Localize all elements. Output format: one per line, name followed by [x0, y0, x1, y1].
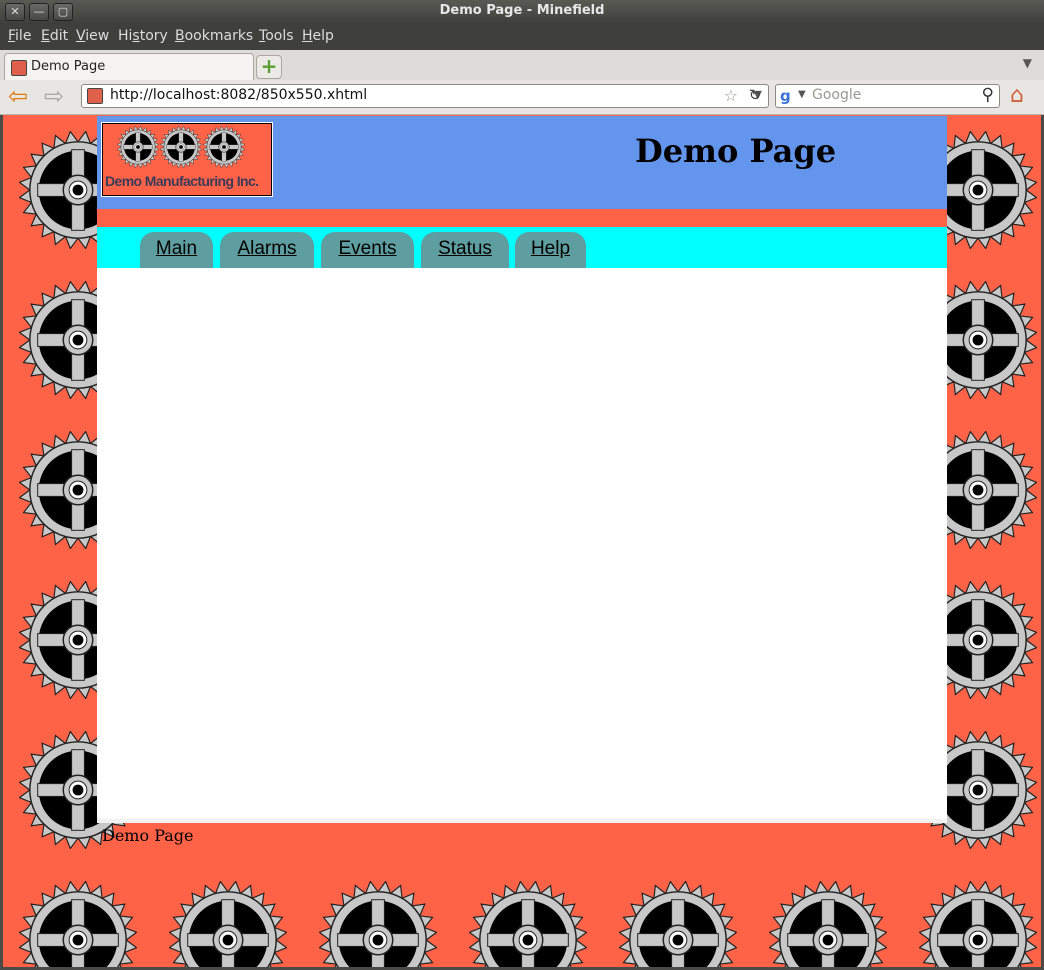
site-favicon-icon [11, 60, 27, 76]
window-titlebar: ✕ — ▢ Demo Page - Minefield [0, 0, 1044, 24]
page-footer: Demo Page [102, 826, 194, 845]
list-all-tabs-icon[interactable]: ▼ [1023, 56, 1032, 70]
menu-view[interactable]: View [76, 28, 109, 44]
search-input[interactable]: Google [812, 87, 861, 103]
url-bar[interactable]: http://localhost:8082/850x550.xhtml ☆ ▼ [81, 84, 769, 108]
gear-icon [169, 881, 287, 967]
header-separator [97, 209, 947, 227]
menu-bar: File Edit View History Bookmarks Tools H… [0, 24, 1044, 50]
reload-icon[interactable]: ↻ [744, 84, 766, 106]
forward-arrow-icon[interactable]: ⇨ [44, 84, 64, 108]
gear-icon [769, 881, 887, 967]
search-bar[interactable]: g ▼ Google ⚲ [775, 84, 1000, 108]
menu-help[interactable]: Help [302, 28, 334, 44]
gear-icon [619, 881, 737, 967]
menu-tools[interactable]: Tools [259, 28, 294, 44]
search-engine-dropdown-icon[interactable]: ▼ [798, 89, 806, 100]
nav-tab-status[interactable]: Status [421, 232, 509, 268]
bookmark-star-icon[interactable]: ☆ [724, 86, 738, 105]
nav-tab-alarms[interactable]: Alarms [220, 232, 314, 268]
gear-logo-icon [160, 126, 202, 168]
page-viewport: Demo Manufacturing Inc. Demo Page Main A… [3, 115, 1041, 967]
gear-icon [19, 881, 137, 967]
content-area [97, 268, 947, 819]
home-icon[interactable]: ⌂ [1010, 84, 1024, 108]
menu-history[interactable]: History [118, 28, 168, 44]
window-title: Demo Page - Minefield [439, 3, 605, 18]
search-engine-icon[interactable]: g [780, 87, 791, 105]
nav-tab-main[interactable]: Main [140, 232, 213, 268]
gear-logo-icon [203, 126, 245, 168]
company-logo: Demo Manufacturing Inc. [102, 123, 272, 196]
company-name: Demo Manufacturing Inc. [105, 173, 259, 189]
menu-edit[interactable]: Edit [41, 28, 68, 44]
menu-bookmarks[interactable]: Bookmarks [175, 28, 253, 44]
gear-icon [319, 881, 437, 967]
nav-tab-events[interactable]: Events [321, 232, 414, 268]
gear-icon [469, 881, 587, 967]
menu-file[interactable]: File [8, 28, 31, 44]
back-arrow-icon[interactable]: ⇦ [8, 84, 28, 108]
content-bottom-edge [97, 819, 947, 823]
nav-tab-help[interactable]: Help [515, 232, 586, 268]
search-icon[interactable]: ⚲ [982, 85, 994, 105]
page-nav: Main Alarms Events Status Help [97, 227, 947, 268]
page-title: Demo Page [635, 132, 837, 170]
tab-strip: Demo Page [0, 50, 1044, 81]
url-text[interactable]: http://localhost:8082/850x550.xhtml [110, 87, 367, 103]
tab-label: Demo Page [31, 59, 106, 74]
page-header: Demo Manufacturing Inc. Demo Page [97, 116, 947, 209]
tab-demo-page[interactable]: Demo Page [4, 53, 254, 80]
gear-logo-icon [117, 126, 159, 168]
gear-icon [919, 881, 1037, 967]
site-favicon-icon [87, 88, 103, 104]
new-tab-button[interactable]: + [256, 55, 282, 79]
